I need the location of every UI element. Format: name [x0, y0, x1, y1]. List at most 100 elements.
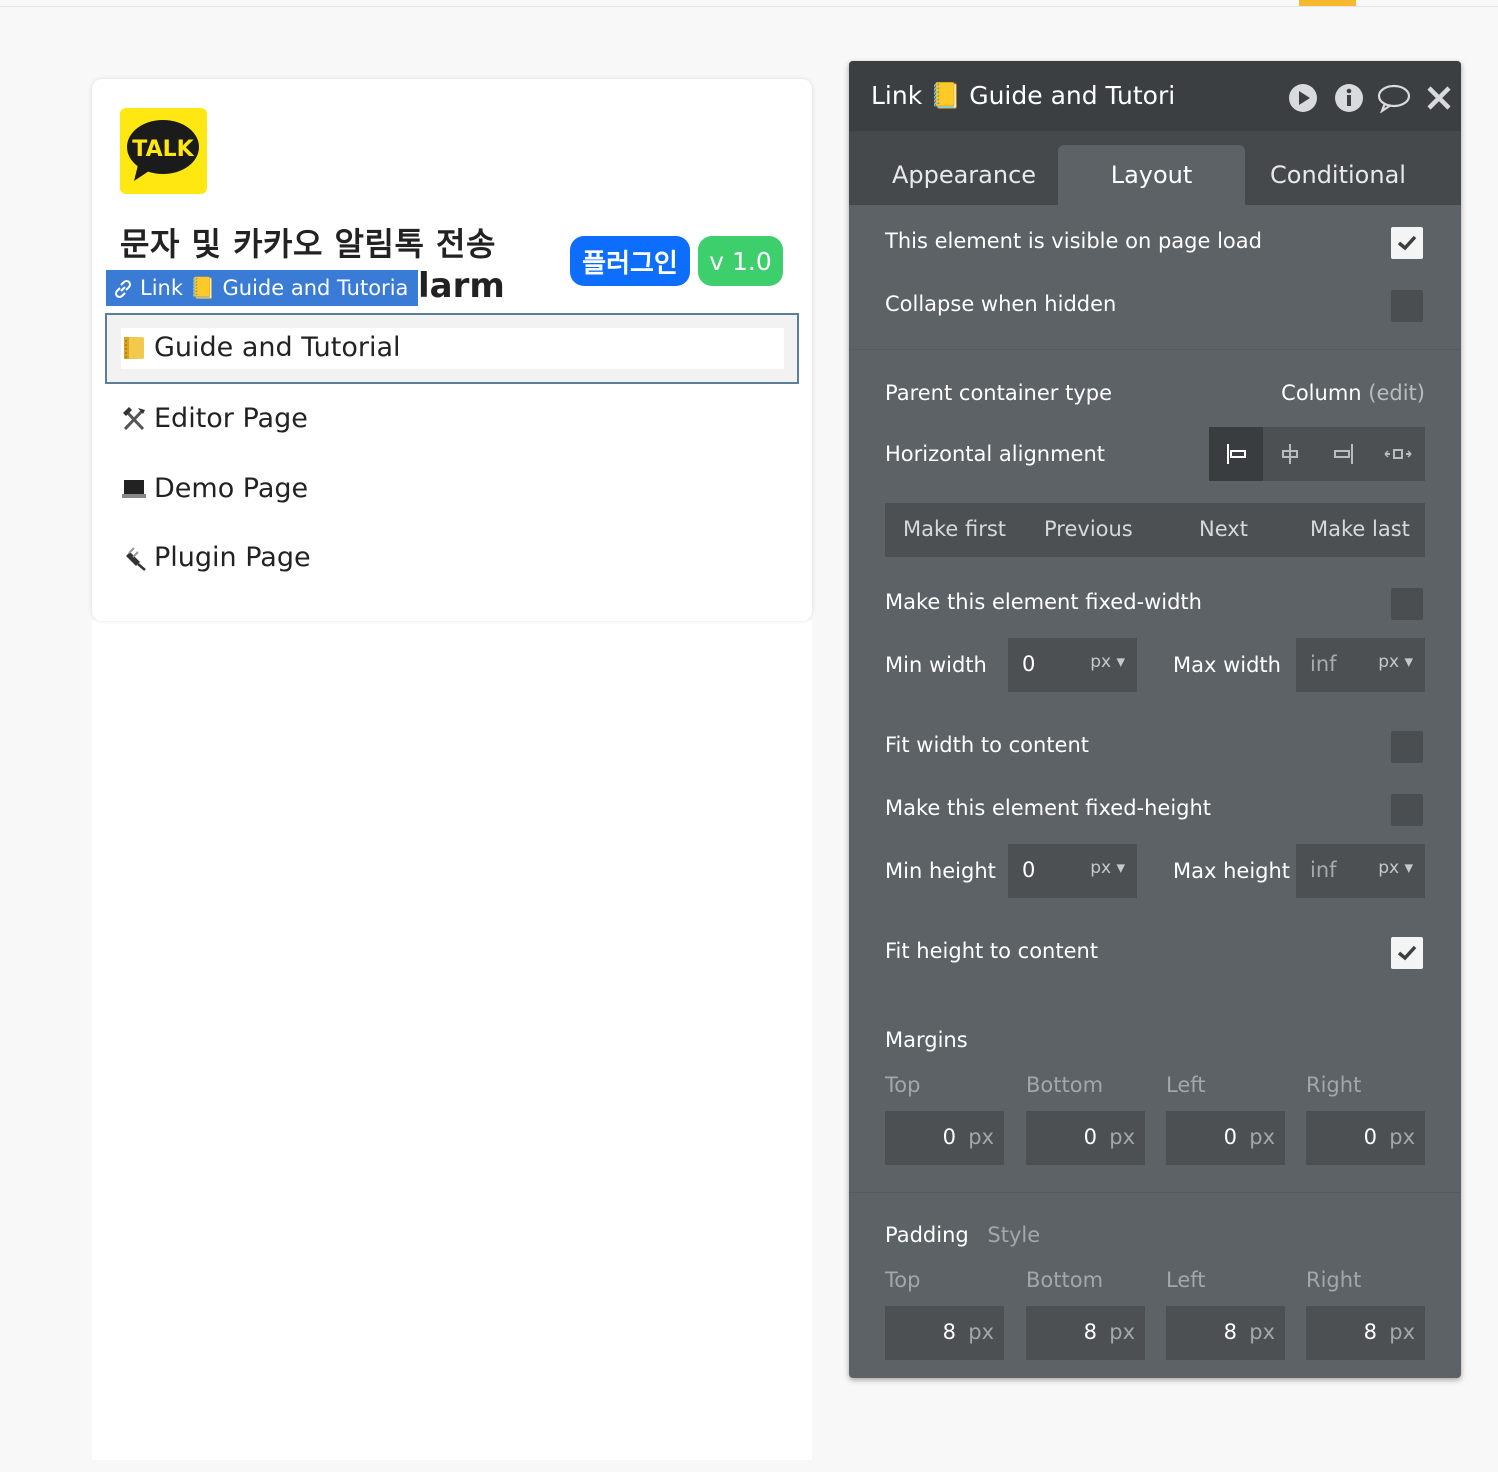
padding-left-input[interactable]: 8 px: [1166, 1306, 1285, 1360]
caret-down-icon: ▾: [1116, 858, 1125, 878]
logo-text: TALK: [132, 137, 194, 162]
laptop-icon: [120, 475, 148, 503]
align-center-button[interactable]: [1263, 427, 1317, 481]
visible-on-load-checkbox[interactable]: [1391, 227, 1423, 259]
min-height-label: Min height: [885, 859, 996, 883]
collapse-hidden-label: Collapse when hidden: [885, 292, 1117, 316]
padding-left-label: Left: [1166, 1268, 1206, 1292]
section-divider: [849, 349, 1461, 350]
selected-element-tag[interactable]: Link 📒 Guide and Tutoria: [106, 270, 418, 306]
notebook-icon: [120, 334, 148, 362]
max-height-label: Max height: [1173, 859, 1291, 883]
nav-link-guide[interactable]: Guide and Tutorial: [120, 332, 401, 363]
panel-tabs: Appearance Layout Conditional: [849, 131, 1461, 205]
panel-header: Link 📒 Guide and Tutori: [849, 61, 1461, 131]
top-border: [0, 6, 1498, 7]
min-height-input[interactable]: 0 px ▾: [1008, 844, 1137, 898]
margin-right-label: Right: [1306, 1073, 1362, 1097]
fit-height-label: Fit height to content: [885, 939, 1099, 963]
padding-top-label: Top: [885, 1268, 921, 1292]
max-width-input[interactable]: inf px ▾: [1296, 638, 1425, 692]
caret-down-icon: ▾: [1116, 652, 1125, 672]
horizontal-alignment-group: [1209, 427, 1425, 481]
margin-bottom-label: Bottom: [1026, 1073, 1104, 1097]
link-icon: [112, 276, 134, 300]
property-editor-panel: Link 📒 Guide and Tutori Appearance Layou…: [849, 61, 1461, 1378]
fit-height-checkbox[interactable]: [1391, 937, 1423, 969]
margin-bottom-input[interactable]: 0 px: [1026, 1111, 1145, 1165]
fixed-height-checkbox[interactable]: [1391, 794, 1423, 826]
align-stretch-icon: [1384, 449, 1412, 459]
caret-down-icon: ▾: [1404, 652, 1413, 672]
margins-label: Margins: [885, 1028, 968, 1052]
min-height-unit-select[interactable]: px ▾: [1090, 858, 1125, 878]
align-right-button[interactable]: [1317, 427, 1371, 481]
panel-title: Link 📒 Guide and Tutori: [871, 81, 1176, 110]
make-first-button[interactable]: Make first: [903, 517, 1006, 541]
padding-right-label: Right: [1306, 1268, 1362, 1292]
margin-left-input[interactable]: 0 px: [1166, 1111, 1285, 1165]
align-justify-button[interactable]: [1371, 427, 1425, 481]
margin-right-input[interactable]: 0 px: [1306, 1111, 1425, 1165]
card-title: 문자 및 카카오 알림톡 전송: [120, 225, 496, 263]
close-icon[interactable]: [1426, 83, 1452, 113]
min-width-value: 0: [1022, 652, 1036, 676]
nav-link-label: Guide and Tutorial: [154, 332, 401, 363]
preview-play-icon[interactable]: [1288, 83, 1318, 113]
tab-layout[interactable]: Layout: [1058, 145, 1245, 205]
nav-link-demo[interactable]: Demo Page: [120, 473, 308, 504]
tab-conditional[interactable]: Conditional: [1245, 145, 1431, 205]
kakaotalk-logo: TALK: [120, 108, 207, 194]
section-divider: [849, 1192, 1461, 1193]
max-height-input[interactable]: inf px ▾: [1296, 844, 1425, 898]
fit-width-label: Fit width to content: [885, 733, 1090, 757]
nav-link-label: Plugin Page: [154, 542, 311, 573]
max-height-value: inf: [1310, 858, 1337, 882]
padding-label: Padding Style: [885, 1223, 1041, 1247]
min-width-unit-select[interactable]: px ▾: [1090, 652, 1125, 672]
visible-on-load-label: This element is visible on page load: [885, 229, 1262, 253]
next-button[interactable]: Next: [1199, 517, 1248, 541]
collapse-hidden-checkbox[interactable]: [1391, 290, 1423, 322]
align-center-icon: [1282, 444, 1298, 464]
selected-element-label: Link 📒 Guide and Tutoria: [140, 275, 409, 300]
info-icon[interactable]: [1334, 83, 1364, 113]
parent-container-value: Column (edit): [1281, 381, 1425, 405]
padding-top-input[interactable]: 8 px: [885, 1306, 1004, 1360]
version-badge: v 1.0: [698, 236, 783, 286]
padding-bottom-input[interactable]: 8 px: [1026, 1306, 1145, 1360]
nav-link-editor[interactable]: Editor Page: [120, 403, 308, 434]
align-left-icon: [1227, 444, 1246, 464]
max-height-unit-select[interactable]: px ▾: [1378, 858, 1413, 878]
parent-container-type: Column: [1281, 381, 1362, 405]
parent-container-label: Parent container type: [885, 381, 1112, 405]
padding-style-link[interactable]: Style: [987, 1223, 1040, 1247]
make-last-button[interactable]: Make last: [1310, 517, 1410, 541]
max-width-label: Max width: [1173, 653, 1281, 677]
nav-link-plugin[interactable]: Plugin Page: [120, 542, 311, 573]
min-height-value: 0: [1022, 858, 1036, 882]
top-accent-marker: [1299, 0, 1356, 6]
min-width-input[interactable]: 0 px ▾: [1008, 638, 1137, 692]
fixed-width-checkbox[interactable]: [1391, 588, 1423, 620]
max-width-value: inf: [1310, 652, 1337, 676]
align-left-button[interactable]: [1209, 427, 1263, 481]
margin-top-input[interactable]: 0 px: [885, 1111, 1004, 1165]
element-order-bar: Make first Previous Next Make last: [885, 503, 1425, 557]
fixed-height-label: Make this element fixed-height: [885, 796, 1212, 820]
plug-icon: [120, 544, 148, 572]
fixed-width-label: Make this element fixed-width: [885, 590, 1202, 614]
padding-right-input[interactable]: 8 px: [1306, 1306, 1425, 1360]
page-canvas: [92, 620, 812, 1460]
comment-icon[interactable]: [1377, 83, 1411, 114]
margin-top-label: Top: [885, 1073, 921, 1097]
hammer-pick-icon: [120, 405, 148, 433]
max-width-unit-select[interactable]: px ▾: [1378, 652, 1413, 672]
fit-width-checkbox[interactable]: [1391, 731, 1423, 763]
previous-button[interactable]: Previous: [1044, 517, 1133, 541]
tab-appearance[interactable]: Appearance: [871, 145, 1057, 205]
horizontal-alignment-label: Horizontal alignment: [885, 442, 1105, 466]
margin-left-label: Left: [1166, 1073, 1206, 1097]
parent-container-edit-link[interactable]: (edit): [1368, 381, 1425, 405]
caret-down-icon: ▾: [1404, 858, 1413, 878]
